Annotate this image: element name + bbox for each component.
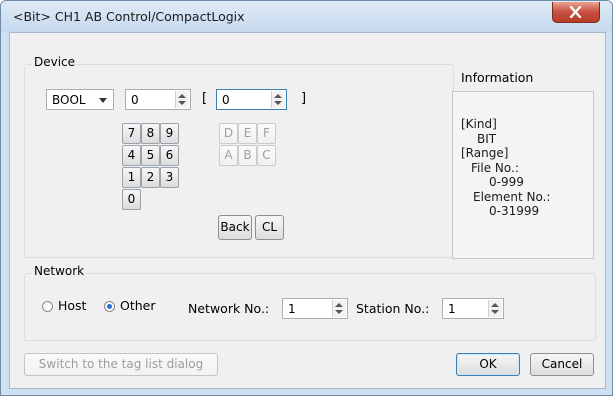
spinner-arrows[interactable] bbox=[488, 300, 502, 317]
station-no-value: 1 bbox=[448, 302, 456, 316]
element-no-range-value: 0-31999 bbox=[489, 204, 540, 218]
arrow-down-icon[interactable] bbox=[274, 101, 282, 105]
key-a[interactable]: A bbox=[219, 145, 238, 166]
key-f[interactable]: F bbox=[257, 123, 276, 144]
arrow-up-icon[interactable] bbox=[491, 303, 499, 307]
key-d[interactable]: D bbox=[219, 123, 238, 144]
key-9[interactable]: 9 bbox=[160, 123, 179, 144]
title-bar[interactable]: <Bit> CH1 AB Control/CompactLogix bbox=[1, 1, 612, 32]
device-type-select[interactable]: BOOL bbox=[46, 89, 114, 110]
close-icon bbox=[569, 6, 582, 18]
file-no-range-value: 0-999 bbox=[489, 175, 524, 189]
host-radio[interactable] bbox=[42, 301, 53, 312]
kind-value: BIT bbox=[477, 131, 497, 146]
bracket-close: ] bbox=[301, 91, 307, 106]
arrow-down-icon[interactable] bbox=[178, 101, 186, 105]
element-no-value: 0 bbox=[222, 93, 230, 107]
network-no-spinner[interactable]: 1 bbox=[282, 298, 348, 319]
arrow-up-icon[interactable] bbox=[274, 94, 282, 98]
arrow-up-icon[interactable] bbox=[178, 94, 186, 98]
key-5[interactable]: 5 bbox=[141, 145, 160, 166]
spinner-arrows[interactable] bbox=[271, 91, 285, 108]
station-no-spinner[interactable]: 1 bbox=[442, 298, 504, 319]
key-c[interactable]: C bbox=[257, 145, 276, 166]
cancel-button[interactable]: Cancel bbox=[530, 353, 594, 376]
key-0[interactable]: 0 bbox=[122, 189, 141, 210]
ok-button[interactable]: OK bbox=[456, 353, 520, 376]
key-3[interactable]: 3 bbox=[160, 167, 179, 188]
other-radio-label[interactable]: Other bbox=[120, 298, 156, 313]
information-heading: Information bbox=[461, 70, 534, 85]
arrow-up-icon[interactable] bbox=[335, 303, 343, 307]
switch-tag-list-button[interactable]: Switch to the tag list dialog bbox=[24, 353, 218, 376]
spinner-arrows[interactable] bbox=[175, 91, 189, 108]
arrow-down-icon[interactable] bbox=[491, 310, 499, 314]
arrow-down-icon[interactable] bbox=[335, 310, 343, 314]
back-button[interactable]: Back bbox=[218, 215, 252, 240]
range-label: [Range] bbox=[461, 146, 509, 160]
element-no-spinner[interactable]: 0 bbox=[216, 89, 287, 110]
information-content: [Kind] BIT [Range] File No.: 0-999 Eleme… bbox=[461, 117, 591, 219]
file-no-spinner[interactable]: 0 bbox=[125, 89, 191, 110]
key-7[interactable]: 7 bbox=[122, 123, 141, 144]
file-no-range-label: File No.: bbox=[471, 160, 519, 175]
key-4[interactable]: 4 bbox=[122, 145, 141, 166]
device-group-label: Device bbox=[32, 55, 78, 69]
clear-button[interactable]: CL bbox=[255, 215, 284, 240]
kind-label: [Kind] bbox=[461, 117, 497, 131]
key-6[interactable]: 6 bbox=[160, 145, 179, 166]
file-no-value: 0 bbox=[131, 93, 139, 107]
spinner-arrows[interactable] bbox=[332, 300, 346, 317]
other-radio[interactable] bbox=[104, 301, 115, 312]
key-e[interactable]: E bbox=[238, 123, 257, 144]
dialog-client: Device BOOL 0 [ 0 ] 7 8 9 4 5 6 1 2 3 0 … bbox=[9, 32, 606, 389]
device-type-value: BOOL bbox=[52, 93, 86, 107]
element-no-range-label: Element No.: bbox=[473, 189, 551, 204]
key-8[interactable]: 8 bbox=[141, 123, 160, 144]
network-no-label: Network No.: bbox=[188, 301, 270, 316]
key-b[interactable]: B bbox=[238, 145, 257, 166]
network-group-label: Network bbox=[32, 264, 87, 278]
host-radio-label[interactable]: Host bbox=[58, 298, 86, 313]
station-no-label: Station No.: bbox=[356, 301, 430, 316]
window-title: <Bit> CH1 AB Control/CompactLogix bbox=[13, 9, 245, 24]
bracket-open: [ bbox=[202, 91, 208, 106]
key-2[interactable]: 2 bbox=[141, 167, 160, 188]
network-no-value: 1 bbox=[288, 302, 296, 316]
dialog-window: <Bit> CH1 AB Control/CompactLogix Device… bbox=[0, 0, 613, 396]
key-1[interactable]: 1 bbox=[122, 167, 141, 188]
chevron-down-icon bbox=[99, 98, 107, 103]
close-button[interactable] bbox=[552, 2, 600, 23]
